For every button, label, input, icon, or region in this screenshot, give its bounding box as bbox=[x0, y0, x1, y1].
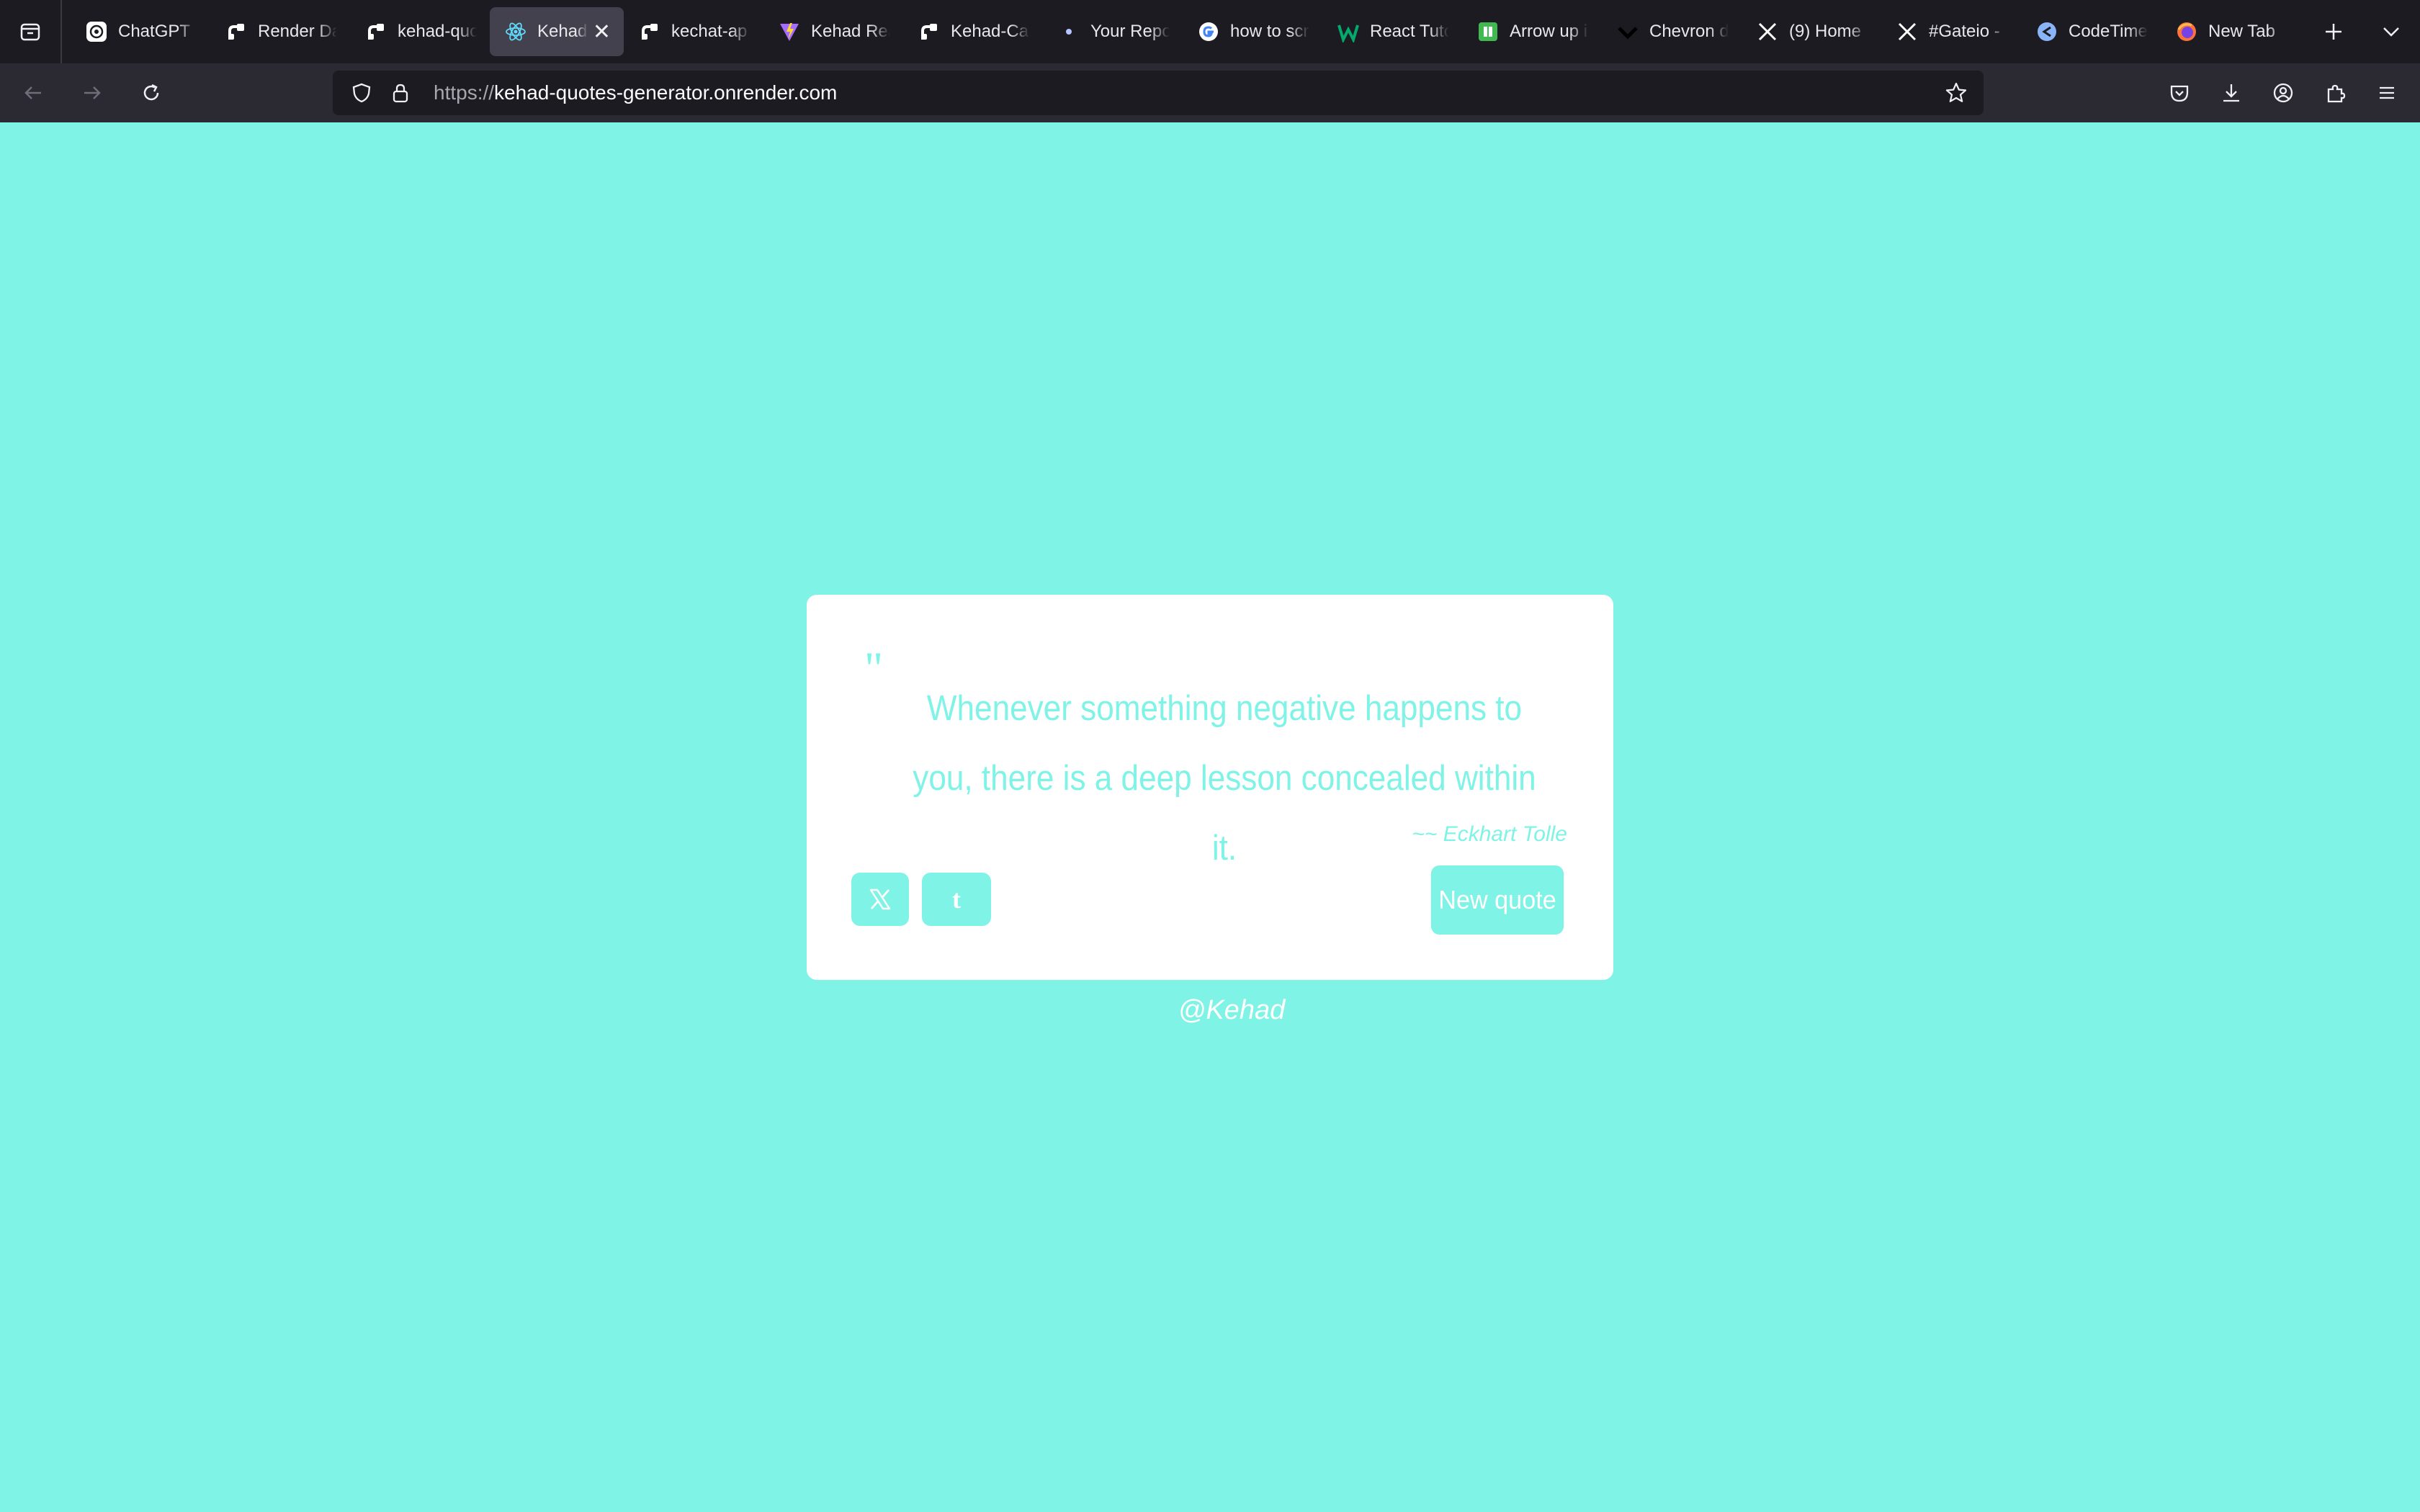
tumblr-quote-button[interactable]: t bbox=[922, 873, 991, 926]
browser-nav-bar: https://kehad-quotes-generator.onrender.… bbox=[0, 63, 2420, 122]
tab-label: how to scr bbox=[1230, 22, 1309, 41]
url-bar[interactable]: https://kehad-quotes-generator.onrender.… bbox=[333, 71, 1984, 115]
account-button[interactable] bbox=[2257, 67, 2309, 119]
tab-x-home[interactable]: (9) Home bbox=[1742, 7, 1881, 56]
render-icon bbox=[918, 20, 941, 43]
firefox-icon bbox=[2175, 20, 2198, 43]
url-text[interactable]: https://kehad-quotes-generator.onrender.… bbox=[434, 81, 837, 104]
tab-label: Chevron d bbox=[1649, 22, 1729, 41]
tab-label: Your Repo bbox=[1090, 22, 1170, 41]
hamburger-menu-icon bbox=[2380, 86, 2394, 99]
tab-chatgpt[interactable]: ChatGPT bbox=[71, 7, 210, 56]
x-icon bbox=[1756, 20, 1779, 43]
tab-arrow-up[interactable]: Arrow up i bbox=[1462, 7, 1602, 56]
tab-strip: ChatGPT Render Da kehad-quo Kehad Q ✕ bbox=[62, 0, 2300, 63]
tab-label: (9) Home bbox=[1789, 22, 1862, 41]
tab-your-repo[interactable]: Your Repo bbox=[1043, 7, 1183, 56]
tab-list-button[interactable] bbox=[0, 0, 62, 63]
chevron-icon bbox=[1616, 20, 1639, 43]
tab-label: ChatGPT bbox=[118, 22, 191, 41]
chevron-down-icon bbox=[2383, 27, 2399, 37]
quote-box: " Whenever something negative happens to… bbox=[807, 595, 1613, 980]
extensions-button[interactable] bbox=[2309, 67, 2361, 119]
tab-list-icon bbox=[20, 23, 40, 41]
tab-kechat-app[interactable]: kechat-ap bbox=[624, 7, 763, 56]
new-tab-button[interactable] bbox=[2305, 0, 2362, 63]
shield-icon[interactable] bbox=[347, 78, 376, 107]
tab-kehad-quotes-active[interactable]: Kehad Q ✕ bbox=[490, 7, 624, 56]
render-icon bbox=[638, 20, 661, 43]
react-icon bbox=[504, 20, 527, 43]
browser-tab-bar: ChatGPT Render Da kehad-quo Kehad Q ✕ bbox=[0, 0, 2420, 63]
new-quote-button[interactable]: New quote bbox=[1430, 865, 1564, 935]
tab-chevron-down[interactable]: Chevron d bbox=[1602, 7, 1742, 56]
tab-codetime[interactable]: CodeTime bbox=[2021, 7, 2161, 56]
url-host: kehad-quotes-generator.onrender.com bbox=[494, 81, 838, 104]
quote-mark-icon: " bbox=[864, 642, 884, 693]
x-icon bbox=[1896, 20, 1919, 43]
arrow-right-icon bbox=[84, 86, 101, 99]
close-tab-icon[interactable]: ✕ bbox=[593, 19, 611, 45]
page-content: " Whenever something negative happens to… bbox=[0, 122, 2420, 1512]
account-icon bbox=[2273, 83, 2293, 103]
tab-kehad-quotes-render[interactable]: kehad-quo bbox=[350, 7, 490, 56]
tab-kehad-calc[interactable]: Kehad-Ca bbox=[903, 7, 1043, 56]
quote-author: ~~ Eckhart Tolle bbox=[1412, 822, 1567, 846]
codetime-icon bbox=[2035, 20, 2058, 43]
plus-icon bbox=[2326, 24, 2341, 40]
tumblr-icon: t bbox=[952, 885, 961, 914]
vite-icon bbox=[778, 20, 801, 43]
tab-label: Kehad Q bbox=[537, 22, 588, 41]
toolbar-right bbox=[2154, 63, 2413, 122]
tab-kehad-react-vite[interactable]: Kehad Rea bbox=[763, 7, 903, 56]
tab-x-gateio[interactable]: #Gateio - bbox=[1881, 7, 2021, 56]
download-icon bbox=[2223, 84, 2239, 102]
tab-label: Kehad Rea bbox=[811, 22, 890, 41]
bookmark-star-icon[interactable] bbox=[1942, 78, 1971, 107]
w3schools-icon bbox=[1337, 20, 1360, 43]
x-logo-icon bbox=[869, 888, 891, 910]
author-handle: @Kehad bbox=[1178, 995, 1286, 1025]
tab-label: New Tab bbox=[2208, 22, 2275, 41]
google-icon bbox=[1197, 20, 1220, 43]
dot-icon bbox=[1057, 20, 1080, 43]
tab-label: Render Da bbox=[258, 22, 337, 41]
render-icon bbox=[364, 20, 387, 43]
tab-label: kehad-quo bbox=[398, 22, 477, 41]
tab-google-search[interactable]: how to scr bbox=[1183, 7, 1322, 56]
tab-label: CodeTime bbox=[2069, 22, 2148, 41]
quote-text: Whenever something negative happens to y… bbox=[913, 689, 1536, 868]
back-button[interactable] bbox=[7, 67, 59, 119]
downloads-button[interactable] bbox=[2205, 67, 2257, 119]
render-icon bbox=[225, 20, 248, 43]
tab-label: Arrow up i bbox=[1510, 22, 1588, 41]
green-square-icon bbox=[1476, 20, 1500, 43]
tab-render-dashboard[interactable]: Render Da bbox=[210, 7, 350, 56]
lock-icon[interactable] bbox=[386, 78, 415, 107]
tab-label: React Tuto bbox=[1370, 22, 1449, 41]
url-scheme: https:// bbox=[434, 81, 495, 104]
chatgpt-icon bbox=[85, 20, 108, 43]
pocket-button[interactable] bbox=[2154, 67, 2205, 119]
puzzle-icon bbox=[2327, 84, 2346, 103]
tab-label: kechat-ap bbox=[671, 22, 748, 41]
tab-label: Kehad-Ca bbox=[951, 22, 1029, 41]
pocket-icon bbox=[2170, 85, 2189, 102]
tab-new-tab[interactable]: New Tab bbox=[2161, 7, 2300, 56]
tab-label: #Gateio - bbox=[1929, 22, 2000, 41]
arrow-left-icon bbox=[24, 86, 41, 99]
list-all-tabs-button[interactable] bbox=[2362, 0, 2420, 63]
menu-button[interactable] bbox=[2361, 67, 2413, 119]
tabbar-controls bbox=[2305, 0, 2420, 63]
reload-button[interactable] bbox=[125, 67, 177, 119]
reload-icon bbox=[143, 84, 159, 101]
tab-react-tutorial[interactable]: React Tuto bbox=[1322, 7, 1462, 56]
forward-button[interactable] bbox=[66, 67, 118, 119]
tweet-quote-button[interactable] bbox=[851, 873, 909, 926]
